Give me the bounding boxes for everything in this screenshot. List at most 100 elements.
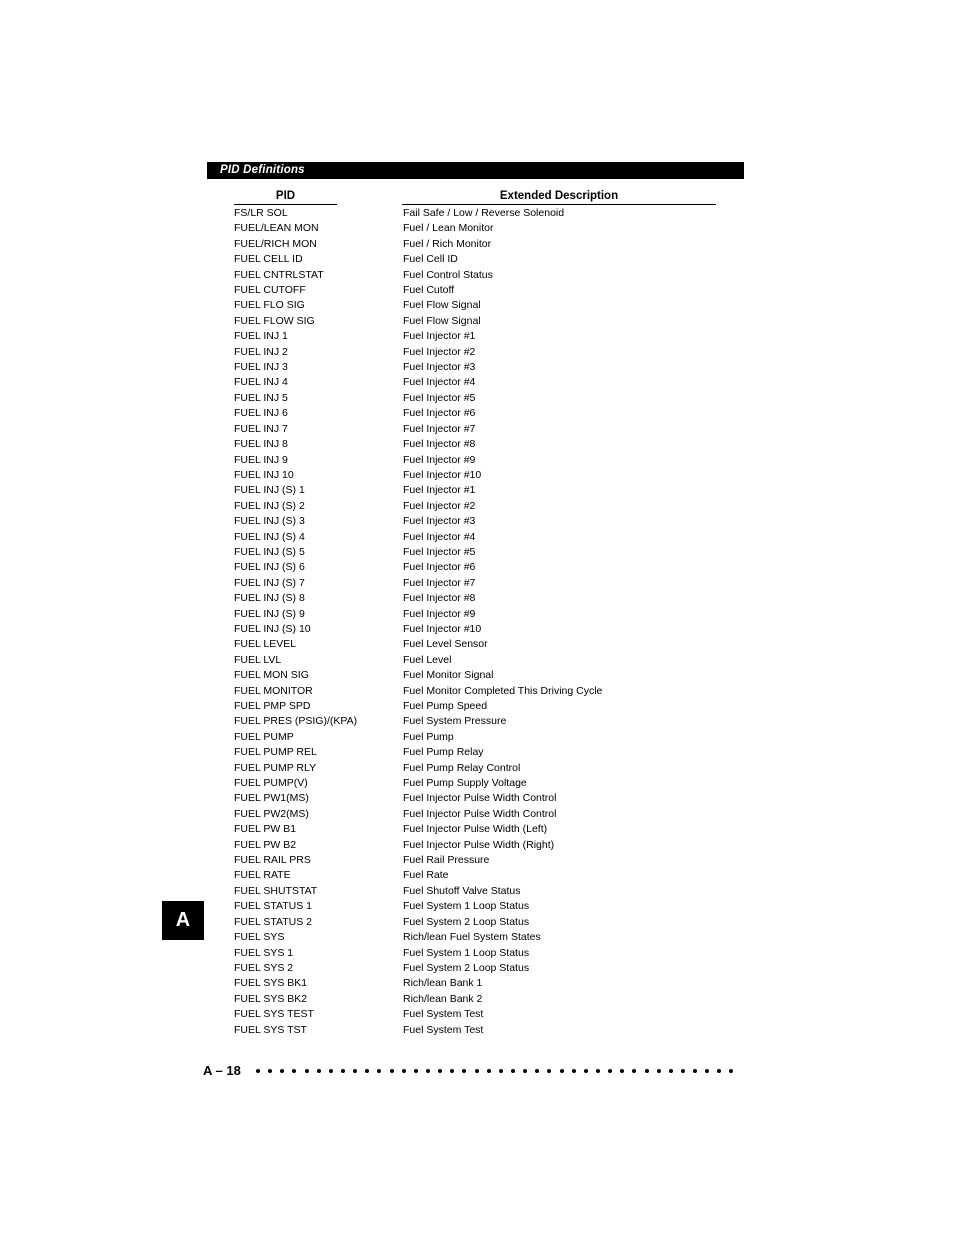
cell-pid: FUEL SYS [234, 931, 285, 944]
cell-pid: FS/LR SOL [234, 207, 288, 219]
cell-description: Fuel Rail Pressure [403, 854, 490, 867]
cell-description: Fuel Injector #1 [403, 330, 476, 343]
footer-dot [535, 1069, 540, 1073]
footer-dot [474, 1069, 479, 1073]
table-row: FUEL/LEAN MON Fuel / Lean Monitor [0, 221, 954, 236]
footer-dot [583, 1069, 588, 1073]
page-footer: A – 18 [0, 1062, 954, 1084]
table-row: FUEL INJ (S) 9 Fuel Injector #9 [0, 607, 954, 622]
cell-pid: FUEL RATE [234, 869, 291, 882]
cell-pid: FUEL INJ 2 [234, 345, 288, 358]
footer-dot [438, 1069, 443, 1073]
table-row: FUEL SYS BK2 Rich/lean Bank 2 [0, 992, 954, 1007]
cell-description: Fuel Injector #3 [403, 515, 476, 528]
table-row: FUEL RATE Fuel Rate [0, 868, 954, 883]
table-row: FUEL INJ 10 Fuel Injector #10 [0, 468, 954, 483]
cell-description: Fuel System 1 Loop Status [403, 946, 530, 959]
cell-description: Fuel Injector #10 [403, 622, 482, 635]
table-row: FUEL SYS Rich/lean Fuel System States [0, 930, 954, 945]
table-row: FUEL INJ (S) 3 Fuel Injector #3 [0, 514, 954, 529]
cell-pid: FUEL INJ (S) 5 [234, 545, 305, 558]
table-row: FUEL INJ (S) 8 Fuel Injector #8 [0, 591, 954, 606]
footer-dot [608, 1069, 613, 1073]
footer-dot [620, 1069, 625, 1073]
cell-pid: FUEL INJ (S) 6 [234, 561, 305, 574]
cell-pid: FUEL SHUTSTAT [234, 884, 318, 897]
section-tab-marker: A [162, 901, 204, 940]
cell-description: Fuel Injector #5 [403, 391, 476, 404]
table-row: FUEL FLO SIG Fuel Flow Signal [0, 298, 954, 313]
footer-dot [523, 1069, 528, 1073]
cell-pid: FUEL INJ 6 [234, 407, 288, 420]
footer-dot [510, 1069, 515, 1073]
footer-dot [668, 1069, 673, 1073]
cell-pid: FUEL PW B2 [234, 838, 297, 851]
table-row: FUEL SYS 2 Fuel System 2 Loop Status [0, 961, 954, 976]
table-row: FUEL INJ (S) 1 Fuel Injector #1 [0, 483, 954, 498]
footer-dot [256, 1069, 260, 1073]
footer-dot [304, 1069, 309, 1073]
table-row: FUEL/RICH MON Fuel / Rich Monitor [0, 237, 954, 252]
table-row: FUEL PUMP REL Fuel Pump Relay [0, 745, 954, 760]
cell-pid: FUEL PUMP REL [234, 746, 317, 759]
footer-dot [498, 1069, 503, 1073]
cell-description: Fuel Injector Pulse Width Control [403, 807, 557, 820]
table-row: FUEL INJ (S) 5 Fuel Injector #5 [0, 545, 954, 560]
cell-pid: FUEL MONITOR [234, 684, 313, 697]
cell-pid: FUEL MON SIG [234, 669, 309, 682]
cell-pid: FUEL FLOW SIG [234, 314, 315, 327]
cell-description: Fuel Injector #5 [403, 545, 476, 558]
cell-description: Fuel System 2 Loop Status [403, 961, 530, 974]
table-row: FUEL INJ (S) 2 Fuel Injector #2 [0, 499, 954, 514]
table-row: FUEL CNTRLSTAT Fuel Control Status [0, 268, 954, 283]
column-header-pid-label: PID [275, 190, 296, 202]
table-row: FUEL MONITOR Fuel Monitor Completed This … [0, 684, 954, 699]
table-row: FUEL MON SIG Fuel Monitor Signal [0, 668, 954, 683]
cell-description: Fuel Control Status [403, 268, 493, 281]
footer-dot [644, 1069, 649, 1073]
cell-description: Fuel Injector #7 [403, 576, 476, 589]
cell-pid: FUEL INJ 4 [234, 376, 288, 389]
table-row: FUEL SYS TEST Fuel System Test [0, 1007, 954, 1022]
footer-dot [693, 1069, 698, 1073]
table-row: FUEL PW1(MS) Fuel Injector Pulse Width Co… [0, 791, 954, 806]
table-row: FUEL SYS BK1 Rich/lean Bank 1 [0, 976, 954, 991]
table-row: FUEL INJ (S) 6 Fuel Injector #6 [0, 560, 954, 575]
column-header-description-label: Extended Description [499, 190, 619, 202]
cell-pid: FUEL SYS 1 [234, 946, 294, 959]
cell-description: Fuel Injector #7 [403, 422, 476, 435]
footer-dot [450, 1069, 455, 1073]
section-header-title: PID Definitions [220, 164, 305, 176]
column-header-pid-rule [234, 204, 337, 205]
table-row: FUEL LEVEL Fuel Level Sensor [0, 637, 954, 652]
cell-description: Fuel Injector #10 [403, 468, 482, 481]
cell-description: Fuel Injector #9 [403, 453, 476, 466]
footer-dot [571, 1069, 576, 1073]
cell-description: Fuel Flow Signal [403, 299, 481, 312]
footer-dot [280, 1069, 285, 1073]
table-row: FUEL CELL ID Fuel Cell ID [0, 252, 954, 267]
cell-description: Rich/lean Bank 1 [403, 977, 483, 990]
cell-description: Fuel Pump Speed [403, 700, 488, 712]
cell-pid: FUEL INJ (S) 7 [234, 576, 305, 589]
cell-pid: FUEL STATUS 1 [234, 900, 312, 913]
cell-pid: FUEL SYS BK1 [234, 977, 308, 990]
footer-dot [705, 1069, 710, 1073]
cell-description: Fuel Injector #8 [403, 592, 476, 605]
column-header-pid: PID [234, 189, 337, 205]
footer-dot [559, 1069, 564, 1073]
cell-pid: FUEL STATUS 2 [234, 915, 312, 928]
page-number: A – 18 [203, 1063, 241, 1078]
table-row: FUEL INJ 6 Fuel Injector #6 [0, 406, 954, 421]
table-row: FUEL RAIL PRS Fuel Rail Pressure [0, 853, 954, 868]
table-row: FUEL PUMP(V) Fuel Pump Supply Voltage [0, 776, 954, 791]
cell-pid: FUEL INJ (S) 9 [234, 607, 305, 620]
footer-dot [729, 1069, 734, 1073]
footer-dot [462, 1069, 467, 1073]
footer-dot [717, 1069, 722, 1073]
cell-pid: FUEL LEVEL [234, 638, 297, 651]
footer-dot [680, 1069, 685, 1073]
table-row: FUEL INJ 2 Fuel Injector #2 [0, 345, 954, 360]
cell-pid: FUEL CELL ID [234, 253, 303, 266]
cell-pid: FUEL/LEAN MON [234, 222, 319, 235]
